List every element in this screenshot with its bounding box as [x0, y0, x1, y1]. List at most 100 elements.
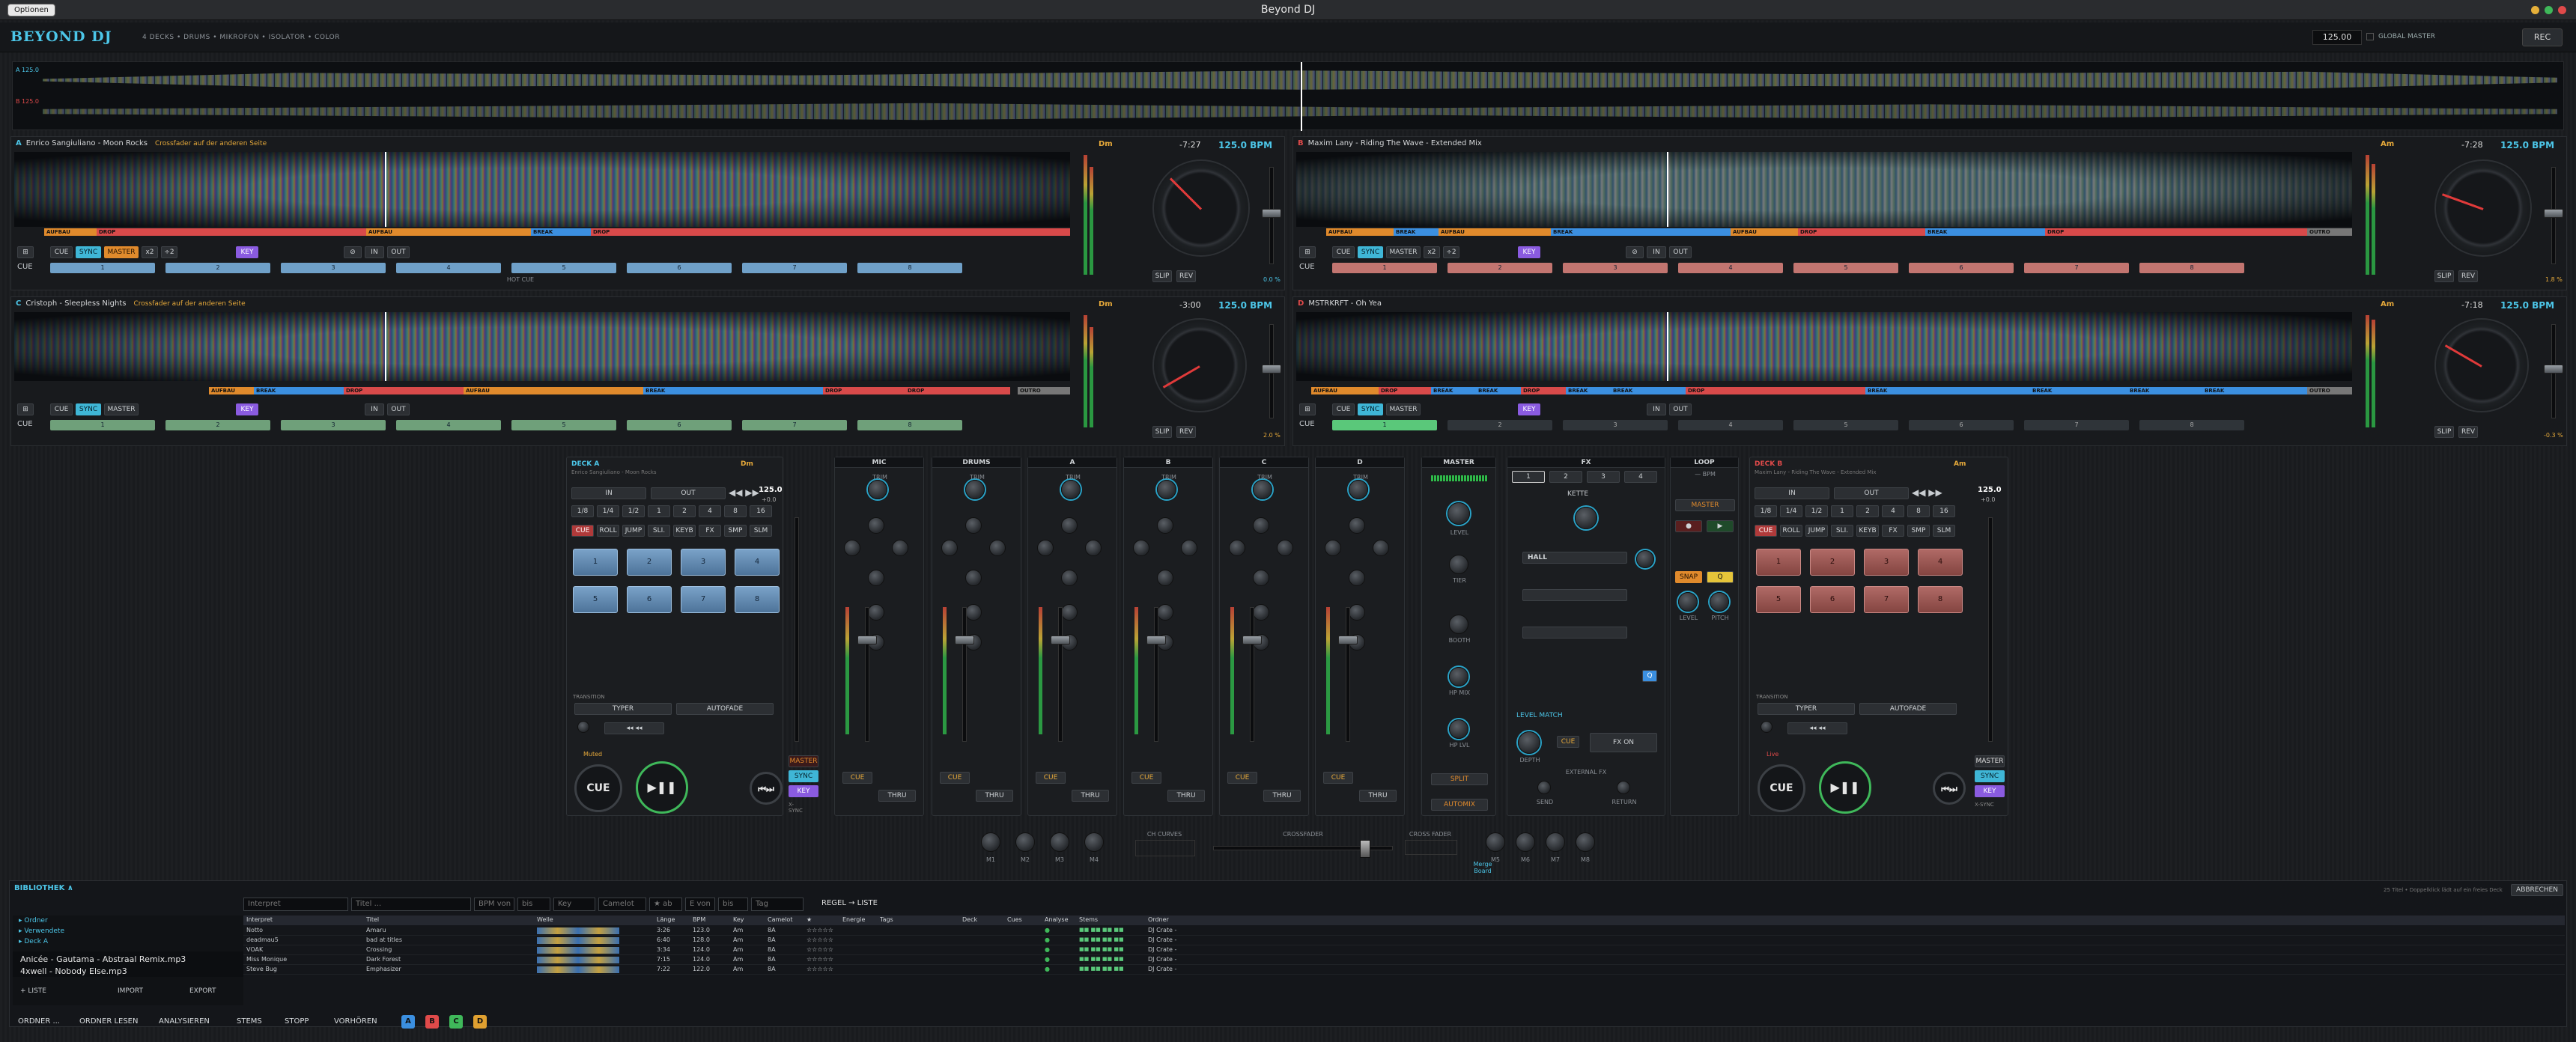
performance-pad[interactable]: 2 [1810, 549, 1855, 576]
filter-energy-from[interactable]: E von [685, 898, 715, 911]
eq-knob[interactable] [1157, 517, 1173, 534]
deck-c-cue-button[interactable]: CUE [50, 403, 73, 415]
deck-b-phrase-bar[interactable]: AUFBAU BREAK AUFBAU BREAK AUFBAU DROP BR… [1296, 228, 2352, 237]
deck-b-ctrl-out-button[interactable]: OUT [1834, 487, 1909, 499]
fx-return-knob[interactable] [1617, 781, 1630, 794]
deck-c-jogwheel[interactable] [1152, 318, 1247, 412]
channel-cue-button[interactable]: CUE [1131, 772, 1161, 784]
deck-a-typer-button[interactable]: TYPER [574, 703, 672, 715]
hotcue-slot[interactable]: 3 [281, 263, 386, 273]
deck-a-ctrl-key[interactable]: KEY [789, 785, 818, 797]
hp-mix-knob[interactable] [1449, 667, 1468, 686]
mic-knob[interactable] [1015, 832, 1035, 852]
fx-cue-button[interactable]: CUE [1557, 736, 1579, 748]
deck-a-phrase-bar[interactable]: AUFBAU DROP AUFBAU BREAK DROP [14, 228, 1070, 237]
deck-c-master-button[interactable]: MASTER [104, 403, 139, 415]
channel-thru-button[interactable]: THRU [1072, 790, 1109, 802]
eq-knob[interactable] [1061, 517, 1078, 534]
eq-knob[interactable] [1061, 570, 1078, 586]
bottom-action-button[interactable]: ANALYSIEREN [159, 1015, 210, 1029]
deck-b-stop-icon[interactable]: ⊘ [1626, 246, 1644, 258]
channel-cue-button[interactable]: CUE [1036, 772, 1066, 784]
deck-a-x2-button[interactable]: x2 [142, 246, 158, 258]
eq-knob[interactable] [1349, 480, 1368, 499]
deck-d-slip-button[interactable]: SLIP [2434, 426, 2454, 438]
deck-a-waveform[interactable] [14, 152, 1070, 227]
hotcue-slot[interactable]: 8 [857, 263, 962, 273]
deck-b-ctrl-tempo-fader[interactable] [1988, 517, 1993, 742]
channel-fader[interactable] [1154, 607, 1158, 742]
eq-knob[interactable] [1253, 517, 1269, 534]
eq-knob[interactable] [941, 540, 958, 556]
channel-cue-button[interactable]: CUE [1227, 772, 1257, 784]
eq-knob[interactable] [844, 540, 860, 556]
tree-item[interactable]: ▸ Ordner [19, 917, 48, 924]
hotcue-slot[interactable]: 2 [1448, 420, 1552, 430]
channel-fader[interactable] [1346, 607, 1350, 742]
deck-a-autofade-button[interactable]: AUTOFADE [676, 703, 774, 715]
fx-unit-tab[interactable]: 3 [1587, 471, 1620, 483]
performance-pad[interactable]: 4 [1918, 549, 1963, 576]
channel-cue-button[interactable]: CUE [940, 772, 970, 784]
hotcue-slot[interactable]: 2 [165, 420, 270, 430]
mic-knob[interactable] [1546, 832, 1565, 852]
loop-size-button[interactable]: 16 [750, 505, 772, 517]
deck-c-out-button[interactable]: OUT [387, 403, 410, 415]
deck-b-play-button[interactable]: ▶❚❚ [1819, 761, 1871, 814]
fx-chain-knob[interactable] [1575, 507, 1597, 529]
eq-knob[interactable] [1253, 570, 1269, 586]
hotcue-slot[interactable]: 4 [396, 263, 501, 273]
deck-a-key-button[interactable]: KEY [236, 246, 258, 258]
pad-mode-button[interactable]: CUE [571, 525, 594, 537]
pad-mode-button[interactable]: SLM [750, 525, 772, 537]
filter-key[interactable]: Key [553, 898, 595, 911]
column-header[interactable]: Cues [1007, 916, 1022, 923]
performance-pad[interactable]: 8 [735, 586, 780, 613]
deck-a-ctrl-sync[interactable]: SYNC [789, 770, 818, 782]
eq-knob[interactable] [892, 540, 908, 556]
hotcue-slot[interactable]: 4 [1678, 263, 1783, 273]
tree-item[interactable]: ▸ Deck A [19, 938, 48, 945]
filter-camelot[interactable]: Camelot [598, 898, 646, 911]
booth-knob[interactable] [1449, 615, 1468, 634]
mic-knob[interactable] [981, 832, 1000, 852]
deck-d-cue-button[interactable]: CUE [1332, 403, 1355, 415]
loop-size-button[interactable]: 2 [1856, 505, 1879, 517]
deck-chip-b[interactable]: B [425, 1015, 439, 1029]
deck-b-scratch-button[interactable]: ⏮⏭ [1933, 772, 1966, 805]
deck-a-sync-button[interactable]: SYNC [76, 246, 101, 258]
loop-size-button[interactable]: 2 [673, 505, 696, 517]
pad-mode-button[interactable]: ROLL [597, 525, 619, 537]
deck-b-ctrl-in-button[interactable]: IN [1755, 487, 1829, 499]
hotcue-slot[interactable]: 7 [2024, 420, 2129, 430]
fx-unit-tab[interactable]: 4 [1624, 471, 1657, 483]
hotcue-slot[interactable]: 1 [50, 263, 155, 273]
performance-pad[interactable]: 1 [573, 549, 618, 576]
deck-b-x2-button[interactable]: x2 [1424, 246, 1440, 258]
deck-c-waveform[interactable] [14, 312, 1070, 381]
eq-knob[interactable] [1349, 570, 1365, 586]
fx-slot-3[interactable] [1522, 627, 1627, 639]
hotcue-slot[interactable]: 3 [1563, 263, 1668, 273]
mic-knob[interactable] [1084, 832, 1104, 852]
automix-button[interactable]: AUTOMIX [1431, 799, 1488, 811]
performance-pad[interactable]: 3 [681, 549, 726, 576]
library-title[interactable]: BIBLIOTHEK ∧ [14, 884, 73, 892]
hp-level-knob[interactable] [1449, 719, 1468, 739]
deck-d-jogwheel[interactable] [2434, 318, 2529, 412]
eq-knob[interactable] [1349, 517, 1365, 534]
loop-size-button[interactable]: 1/2 [622, 505, 645, 517]
pad-mode-button[interactable]: SLM [1933, 525, 1955, 537]
fx-send-knob[interactable] [1537, 781, 1551, 794]
hotcue-slot[interactable]: 2 [1448, 263, 1552, 273]
deck-d-in-button[interactable]: IN [1647, 403, 1666, 415]
eq-knob[interactable] [1253, 480, 1272, 499]
deck-chip-c[interactable]: C [449, 1015, 463, 1029]
bottom-action-button[interactable]: STEMS [237, 1015, 262, 1029]
track-overview[interactable]: A 125.0 B 125.0 [12, 61, 2564, 131]
table-row[interactable]: Miss Monique Dark Forest 7:15 124.0 Am 8A ☆☆☆☆… [243, 955, 2565, 965]
mic-knob[interactable] [1486, 832, 1505, 852]
table-row[interactable]: Notto Amaru 3:26 123.0 Am 8A ☆☆☆☆☆ DJ Crate - ● ■… [243, 926, 2565, 936]
mic-knob[interactable] [1516, 832, 1535, 852]
performance-pad[interactable]: 7 [1864, 586, 1909, 613]
